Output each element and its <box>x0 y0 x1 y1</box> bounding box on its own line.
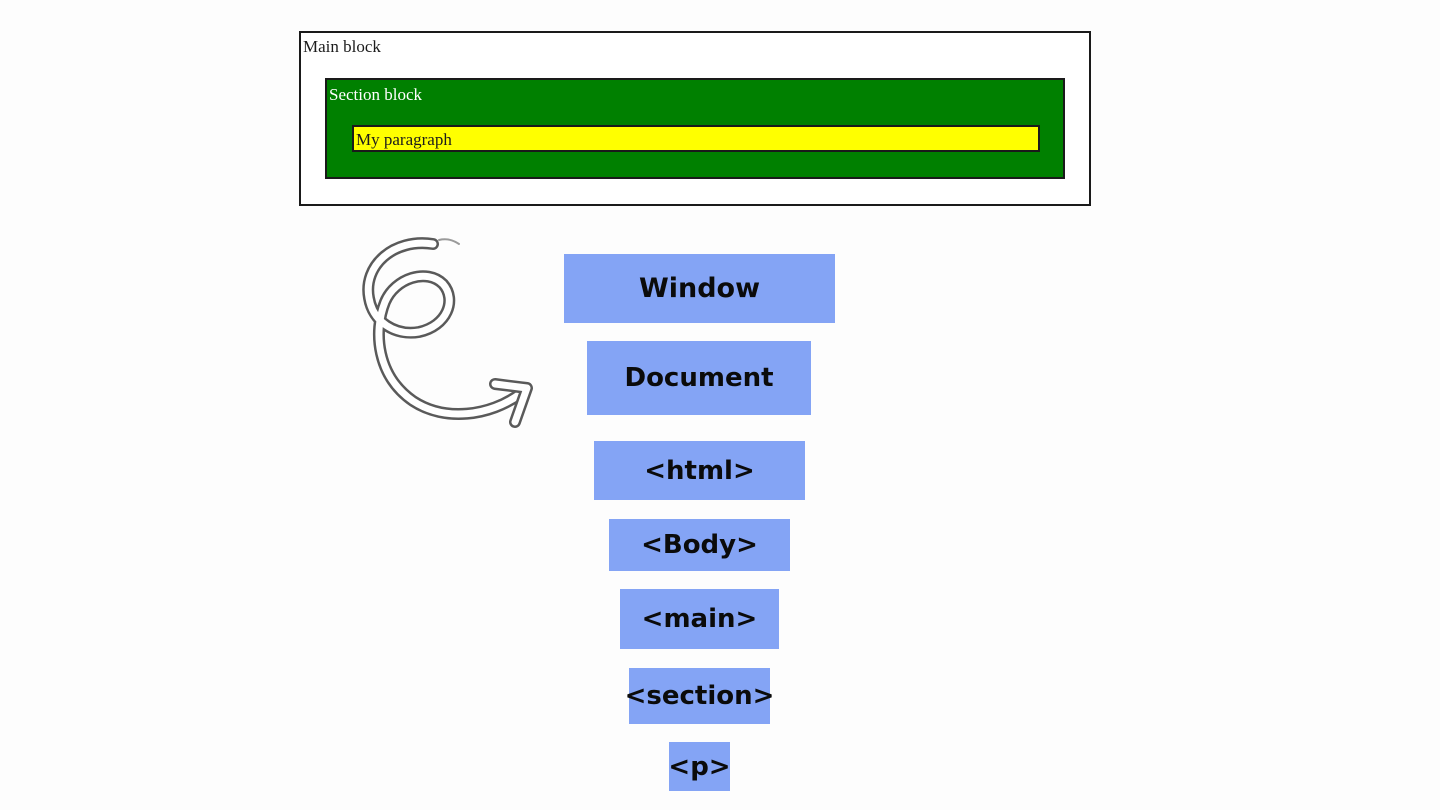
level-section: <section> <box>625 668 774 724</box>
curly-arrow-icon <box>362 237 533 428</box>
level-section-label: <section> <box>624 681 775 711</box>
level-p: <p> <box>668 742 731 791</box>
level-window: Window <box>564 254 835 323</box>
section-block-label: Section block <box>329 85 423 104</box>
level-html-label: <html> <box>644 455 755 486</box>
level-document-label: Document <box>624 363 774 393</box>
level-body: <Body> <box>609 519 790 571</box>
level-document: Document <box>587 341 811 415</box>
paragraph-label: My paragraph <box>356 130 452 149</box>
level-main-label: <main> <box>641 604 758 634</box>
level-body-label: <Body> <box>641 530 758 560</box>
paragraph-block: My paragraph <box>352 125 1040 152</box>
level-window-label: Window <box>638 273 761 304</box>
level-html: <html> <box>594 441 805 500</box>
level-p-label: <p> <box>668 751 731 782</box>
level-main: <main> <box>620 589 779 649</box>
main-block-label: Main block <box>303 37 381 56</box>
